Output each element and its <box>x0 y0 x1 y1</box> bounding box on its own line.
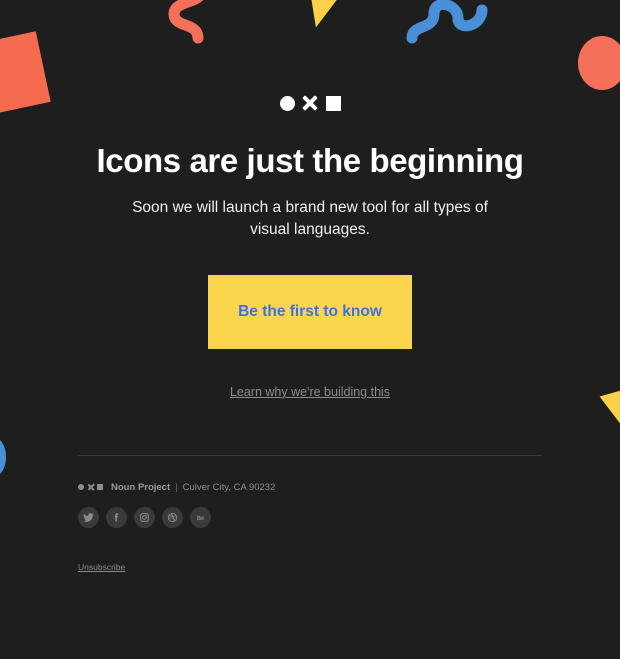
page-title: Icons are just the beginning <box>96 142 524 179</box>
email-page: Icons are just the beginning Soon we wil… <box>0 0 620 659</box>
twitter-icon[interactable] <box>78 507 99 528</box>
footer: Noun Project | Culver City, CA 90232 Bē … <box>78 480 548 575</box>
subheading: Soon we will launch a brand new tool for… <box>132 198 488 238</box>
blue-circle-decoration <box>0 438 6 476</box>
footer-identity: Noun Project | Culver City, CA 90232 <box>78 480 548 494</box>
dribbble-icon[interactable] <box>162 507 183 528</box>
behance-icon[interactable]: Bē <box>190 507 211 528</box>
square-glyph-icon <box>325 95 341 111</box>
facebook-icon[interactable] <box>106 507 127 528</box>
cta-container: Be the first to know <box>0 274 620 349</box>
footer-separator: | <box>175 481 178 493</box>
instagram-icon[interactable] <box>134 507 155 528</box>
x-glyph-icon <box>88 484 94 490</box>
unsubscribe-link[interactable]: Unsubscribe <box>78 562 125 572</box>
learn-why-link[interactable]: Learn why we're building this <box>230 385 390 399</box>
unsubscribe-container: Unsubscribe <box>78 557 548 575</box>
learn-link-container: Learn why we're building this <box>0 383 620 401</box>
square-glyph-icon <box>97 484 103 490</box>
svg-text:Bē: Bē <box>197 516 204 522</box>
footer-brand-mark <box>78 484 103 490</box>
footer-address: Culver City, CA 90232 <box>182 481 276 493</box>
footer-divider <box>78 455 542 456</box>
brand-mark <box>0 92 620 114</box>
x-glyph-icon <box>303 96 318 111</box>
email-body: Icons are just the beginning Soon we wil… <box>0 0 620 401</box>
circle-glyph-icon <box>78 484 84 490</box>
footer-brand-name: Noun Project <box>111 481 171 493</box>
be-the-first-to-know-button[interactable]: Be the first to know <box>208 274 412 349</box>
circle-glyph-icon <box>279 95 295 111</box>
social-links: Bē <box>78 507 548 528</box>
